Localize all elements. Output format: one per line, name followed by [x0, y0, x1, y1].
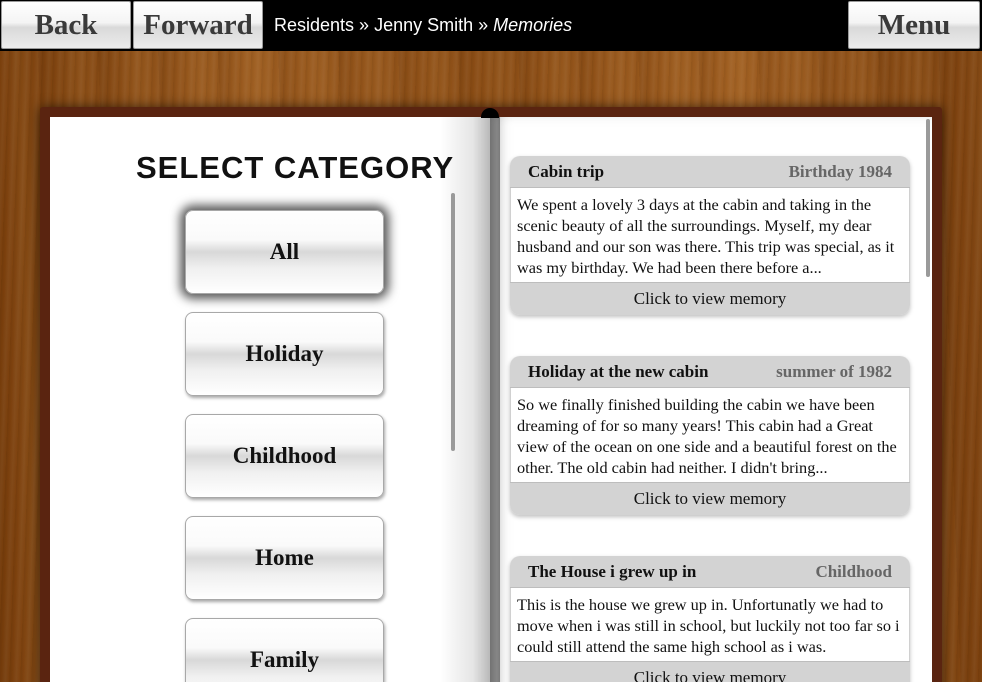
memory-title: Holiday at the new cabin	[528, 361, 709, 381]
top-bar: Back Forward Residents» Jenny Smith» Memor…	[0, 0, 982, 51]
memory-card-header: Cabin trip Birthday 1984	[510, 156, 910, 188]
view-memory-button[interactable]: Click to view memory	[510, 282, 910, 315]
memory-tag: summer of 1982	[776, 361, 892, 381]
book-spine	[440, 117, 500, 682]
back-button[interactable]: Back	[1, 1, 131, 49]
memory-tag: Birthday 1984	[788, 161, 892, 181]
category-scrollbar[interactable]	[451, 193, 455, 451]
menu-button[interactable]: Menu	[848, 1, 980, 49]
breadcrumb-item-resident[interactable]: Jenny Smith	[374, 15, 473, 35]
forward-button[interactable]: Forward	[133, 1, 263, 49]
memories-scrollbar[interactable]	[926, 119, 930, 277]
memory-title: The House i grew up in	[528, 561, 697, 581]
view-memory-button[interactable]: Click to view memory	[510, 661, 910, 682]
category-family-button[interactable]: Family	[185, 618, 384, 682]
memory-card-header: The House i grew up in Childhood	[510, 556, 910, 588]
memory-card: Cabin trip Birthday 1984 We spent a love…	[510, 156, 910, 315]
breadcrumb-item-residents[interactable]: Residents	[274, 15, 354, 35]
memory-excerpt: So we finally finished building the cabi…	[510, 388, 910, 482]
memory-excerpt: This is the house we grew up in. Unfortu…	[510, 588, 910, 661]
category-childhood-button[interactable]: Childhood	[185, 414, 384, 498]
breadcrumb-separator: »	[478, 15, 489, 35]
category-holiday-button[interactable]: Holiday	[185, 312, 384, 396]
breadcrumb-current: Memories	[493, 15, 573, 35]
memory-card: Holiday at the new cabin summer of 1982 …	[510, 356, 910, 515]
memory-excerpt: We spent a lovely 3 days at the cabin an…	[510, 188, 910, 282]
memory-title: Cabin trip	[528, 161, 605, 181]
view-memory-button[interactable]: Click to view memory	[510, 482, 910, 515]
category-all-button[interactable]: All	[185, 210, 384, 294]
category-home-button[interactable]: Home	[185, 516, 384, 600]
memory-card: The House i grew up in Childhood This is…	[510, 556, 910, 682]
category-title: SELECT CATEGORY	[136, 150, 455, 185]
memory-card-header: Holiday at the new cabin summer of 1982	[510, 356, 910, 388]
breadcrumb-separator: »	[359, 15, 370, 35]
memory-tag: Childhood	[815, 561, 892, 581]
breadcrumb: Residents» Jenny Smith» Memories	[274, 15, 572, 36]
